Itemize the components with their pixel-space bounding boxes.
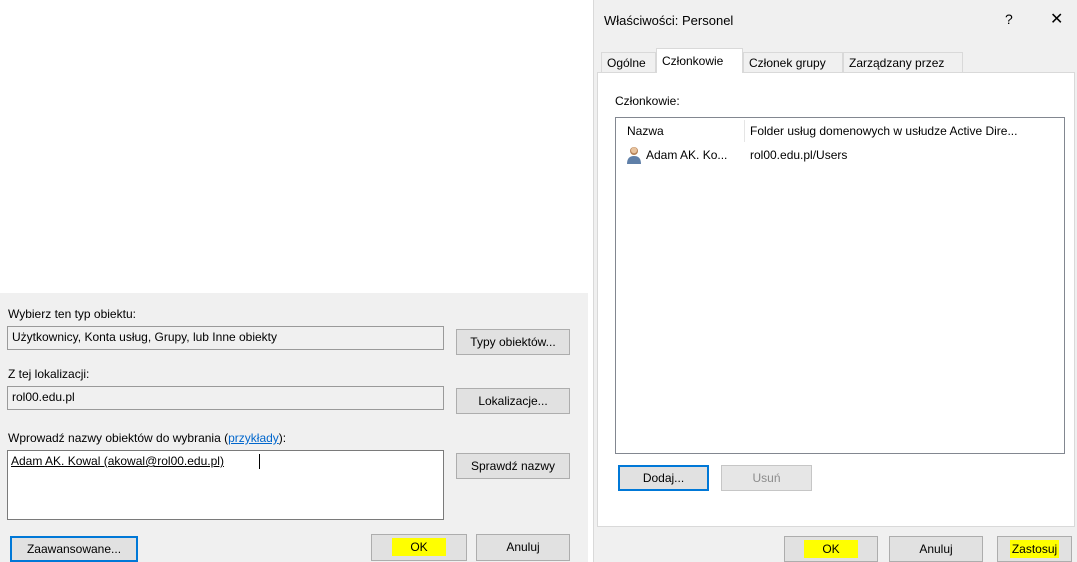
names-label-suffix: ): [278, 431, 287, 445]
examples-link[interactable]: przykłady [228, 431, 279, 445]
members-list[interactable]: Nazwa Folder usług domenowych w usłudze … [615, 117, 1065, 454]
member-name: Adam AK. Ko... [646, 148, 728, 162]
location-label: Z tej lokalizacji: [8, 367, 90, 381]
advanced-button[interactable]: Zaawansowane... [10, 536, 138, 562]
tab-general[interactable]: Ogólne [601, 52, 656, 73]
object-type-label: Wybierz ten typ obiektu: [8, 307, 136, 321]
object-names-textarea[interactable]: Adam AK. Kowal (akowal@rol00.edu.pl) [7, 450, 444, 520]
apply-button-label: Zastosuj [1009, 540, 1060, 558]
apply-button[interactable]: Zastosuj [997, 536, 1072, 562]
ok-button[interactable]: OK [784, 536, 878, 562]
remove-button[interactable]: Usuń [721, 465, 812, 491]
object-type-field: Użytkownicy, Konta usług, Grupy, lub Inn… [7, 326, 444, 350]
help-icon[interactable]: ? [1005, 11, 1013, 27]
text-cursor [259, 454, 260, 469]
user-icon [626, 146, 642, 164]
tab-managed-by[interactable]: Zarządzany przez [843, 52, 963, 73]
locations-button[interactable]: Lokalizacje... [456, 388, 570, 414]
object-names-value: Adam AK. Kowal (akowal@rol00.edu.pl) [11, 454, 224, 468]
object-types-button[interactable]: Typy obiektów... [456, 329, 570, 355]
column-header-name[interactable]: Nazwa [627, 124, 664, 138]
tab-member-of[interactable]: Członek grupy [743, 52, 843, 73]
location-field: rol00.edu.pl [7, 386, 444, 410]
members-label: Członkowie: [615, 94, 680, 108]
cancel-button[interactable]: Anuluj [889, 536, 983, 562]
properties-dialog: Właściwości: Personel ? ✕ Ogólne Członko… [593, 0, 1077, 562]
column-divider [744, 120, 745, 142]
ok-button[interactable]: OK [371, 534, 467, 561]
cancel-button[interactable]: Anuluj [476, 534, 570, 561]
tab-members[interactable]: Członkowie [656, 48, 743, 73]
select-users-dialog: Wybierz ten typ obiektu: Użytkownicy, Ko… [0, 293, 588, 562]
member-folder: rol00.edu.pl/Users [750, 148, 848, 162]
ok-button-label: OK [804, 540, 858, 558]
column-header-folder[interactable]: Folder usług domenowych w usłudze Active… [750, 124, 1017, 138]
check-names-button[interactable]: Sprawdź nazwy [456, 453, 570, 479]
list-item[interactable]: Adam AK. Ko... rol00.edu.pl/Users [616, 144, 1064, 166]
dialog-title: Właściwości: Personel [604, 13, 734, 28]
names-label: Wprowadź nazwy obiektów do wybrania (prz… [8, 431, 286, 445]
ok-button-label: OK [392, 538, 446, 556]
close-icon[interactable]: ✕ [1050, 9, 1063, 29]
names-label-prefix: Wprowadź nazwy obiektów do wybrania ( [8, 431, 229, 445]
add-button[interactable]: Dodaj... [618, 465, 709, 491]
